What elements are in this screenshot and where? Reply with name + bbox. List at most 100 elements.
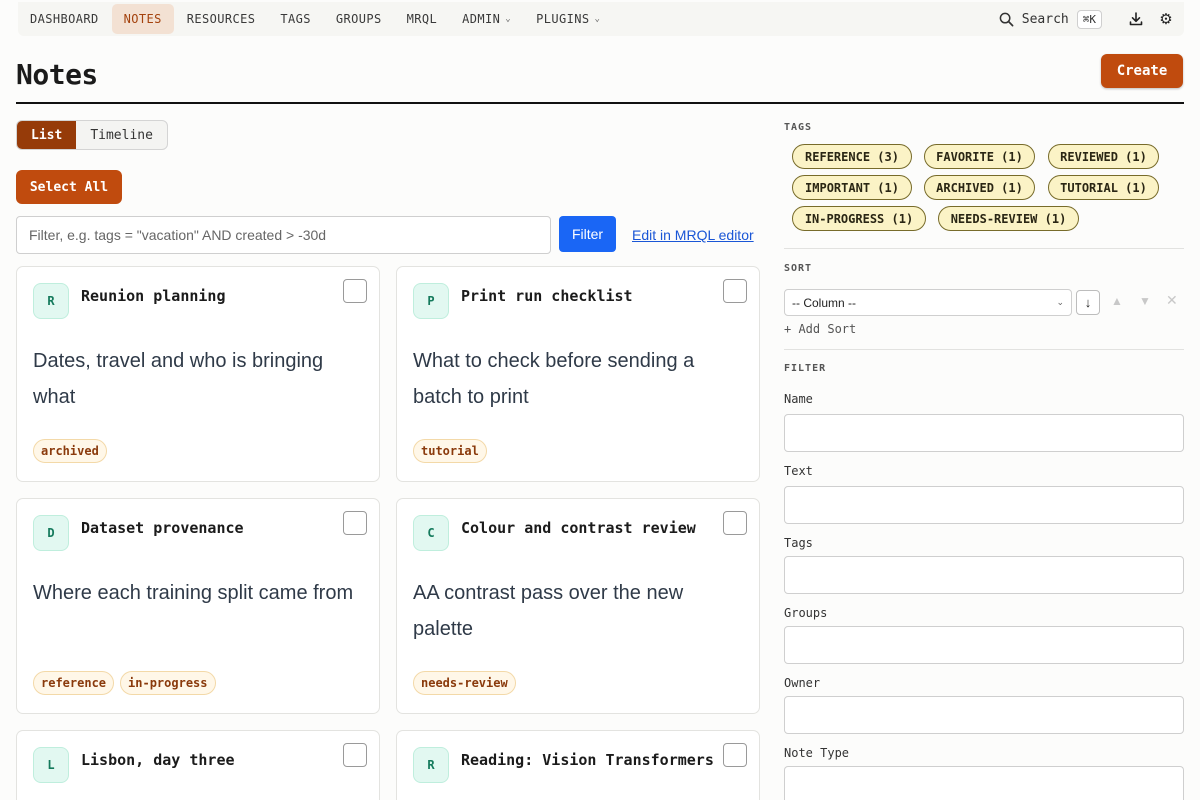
nav-item-notes[interactable]: NOTES xyxy=(111,4,174,34)
view-list-button[interactable]: List xyxy=(17,121,77,149)
avatar: R xyxy=(33,283,69,319)
tag-pill[interactable]: ARCHIVED (1) xyxy=(924,175,1035,200)
nav-label: PLUGINS xyxy=(536,12,590,26)
search-shortcut: ⌘K xyxy=(1076,9,1102,29)
sort-direction-button[interactable]: ↓ xyxy=(1076,290,1100,315)
nav-label: ADMIN xyxy=(462,12,501,26)
search-icon xyxy=(999,12,1014,26)
note-select-checkbox[interactable] xyxy=(343,743,367,767)
note-description: Where each training split came from xyxy=(33,582,354,604)
note-select-checkbox[interactable] xyxy=(723,743,747,767)
filter-input[interactable]: Filter, e.g. tags = "vacation" AND creat… xyxy=(16,216,551,254)
avatar: P xyxy=(413,283,449,319)
create-button[interactable]: Create xyxy=(1101,54,1183,88)
download-button[interactable] xyxy=(1124,7,1148,31)
tag-pill[interactable]: IN-PROGRESS (1) xyxy=(792,206,926,231)
note-title[interactable]: Lisbon, day three xyxy=(81,749,336,772)
edit-in-mrql-link[interactable]: Edit in MRQL editor xyxy=(632,227,754,243)
page-title: Notes xyxy=(16,58,98,91)
select-all-button[interactable]: Select All xyxy=(16,170,122,204)
nav-label: NOTES xyxy=(123,12,162,26)
settings-button[interactable]: ⚙ xyxy=(1154,7,1178,31)
nav-item-tags[interactable]: TAGS xyxy=(268,4,323,34)
view-timeline-button[interactable]: Timeline xyxy=(76,121,167,149)
note-card[interactable]: L Lisbon, day three xyxy=(16,730,380,800)
note-tags: archived xyxy=(33,439,107,463)
sort-heading: SORT xyxy=(784,263,813,274)
nav-label: TAGS xyxy=(280,12,311,26)
add-sort-button[interactable]: + Add Sort xyxy=(784,322,856,336)
sidebar-divider xyxy=(784,248,1184,249)
note-title[interactable]: Reading: Vision Transformers xyxy=(461,749,716,772)
tag-chip[interactable]: in-progress xyxy=(120,671,216,695)
note-card[interactable]: P Print run checklist What to check befo… xyxy=(396,266,760,482)
nav-label: RESOURCES xyxy=(186,12,256,26)
note-card[interactable]: R Reunion planning Dates, travel and who… xyxy=(16,266,380,482)
note-select-checkbox[interactable] xyxy=(723,511,747,535)
owner-field[interactable] xyxy=(784,696,1184,734)
nav-label: DASHBOARD xyxy=(30,12,99,26)
nav-label: GROUPS xyxy=(335,12,382,26)
avatar: L xyxy=(33,747,69,783)
nav-item-groups[interactable]: GROUPS xyxy=(324,4,394,34)
chevron-down-icon: ⌄ xyxy=(505,14,512,24)
note-select-checkbox[interactable] xyxy=(343,511,367,535)
groups-field[interactable] xyxy=(784,626,1184,664)
note-type-field[interactable] xyxy=(784,766,1184,800)
sidebar-divider xyxy=(784,349,1184,350)
tag-chip[interactable]: reference xyxy=(33,671,115,695)
title-divider xyxy=(16,102,1184,104)
nav-label: MRQL xyxy=(406,12,438,26)
note-select-checkbox[interactable] xyxy=(723,279,747,303)
tags-heading: TAGS xyxy=(784,122,813,133)
text-label: Text xyxy=(784,464,813,478)
tag-chip[interactable]: archived xyxy=(33,439,107,463)
note-tags: tutorial xyxy=(413,439,487,463)
arrow-down-icon[interactable]: ▼ xyxy=(1139,294,1151,308)
sort-column-select[interactable]: -- Column -- ⌄ xyxy=(784,289,1072,316)
filter-button[interactable]: Filter xyxy=(559,216,616,252)
note-description: What to check before sending a batch to … xyxy=(413,350,695,408)
note-card[interactable]: D Dataset provenance Where each training… xyxy=(16,498,380,714)
close-icon[interactable]: ✕ xyxy=(1166,292,1178,309)
tag-pill[interactable]: FAVORITE (1) xyxy=(924,144,1035,169)
note-title[interactable]: Reunion planning xyxy=(81,285,336,308)
arrow-up-icon[interactable]: ▲ xyxy=(1111,294,1123,308)
note-select-checkbox[interactable] xyxy=(343,279,367,303)
note-tags: needs-review xyxy=(413,671,516,695)
nav-item-plugins[interactable]: PLUGINS ⌄ xyxy=(524,4,612,34)
tag-pill[interactable]: REFERENCE (3) xyxy=(792,144,912,169)
tag-pill[interactable]: IMPORTANT (1) xyxy=(792,175,912,200)
gear-icon: ⚙ xyxy=(1159,11,1173,28)
groups-label: Groups xyxy=(784,606,828,620)
name-field[interactable] xyxy=(784,414,1184,452)
note-title[interactable]: Print run checklist xyxy=(461,285,716,308)
tag-chip[interactable]: tutorial xyxy=(413,439,487,463)
tag-chip[interactable]: needs-review xyxy=(413,671,516,695)
tags-field[interactable] xyxy=(784,556,1184,594)
chevron-down-icon: ⌄ xyxy=(1056,297,1064,307)
search-label: Search xyxy=(1021,11,1069,27)
note-card[interactable]: R Reading: Vision Transformers xyxy=(396,730,760,800)
tag-pill[interactable]: REVIEWED (1) xyxy=(1048,144,1159,169)
note-card[interactable]: C Colour and contrast review AA contrast… xyxy=(396,498,760,714)
nav-item-resources[interactable]: RESOURCES xyxy=(175,4,268,34)
nav-item-mrql[interactable]: MRQL xyxy=(395,4,450,34)
note-description: Dates, travel and who is bringing what xyxy=(33,350,324,408)
avatar: R xyxy=(413,747,449,783)
nav-item-admin[interactable]: ADMIN ⌄ xyxy=(450,4,523,34)
tag-pill[interactable]: NEEDS-REVIEW (1) xyxy=(938,206,1079,231)
avatar: C xyxy=(413,515,449,551)
avatar: D xyxy=(33,515,69,551)
search-button[interactable]: Search ⌘K xyxy=(999,9,1102,29)
note-title[interactable]: Dataset provenance xyxy=(81,517,336,540)
tag-pill[interactable]: TUTORIAL (1) xyxy=(1048,175,1159,200)
note-description: AA contrast pass over the new palette xyxy=(413,582,684,640)
tags-label: Tags xyxy=(784,536,813,550)
download-icon xyxy=(1129,12,1143,26)
text-field[interactable] xyxy=(784,486,1184,524)
sort-column-value: -- Column -- xyxy=(792,295,857,310)
nav-item-dashboard[interactable]: DASHBOARD xyxy=(18,4,111,34)
note-tags: reference in-progress xyxy=(33,671,216,695)
note-title[interactable]: Colour and contrast review xyxy=(461,517,716,540)
